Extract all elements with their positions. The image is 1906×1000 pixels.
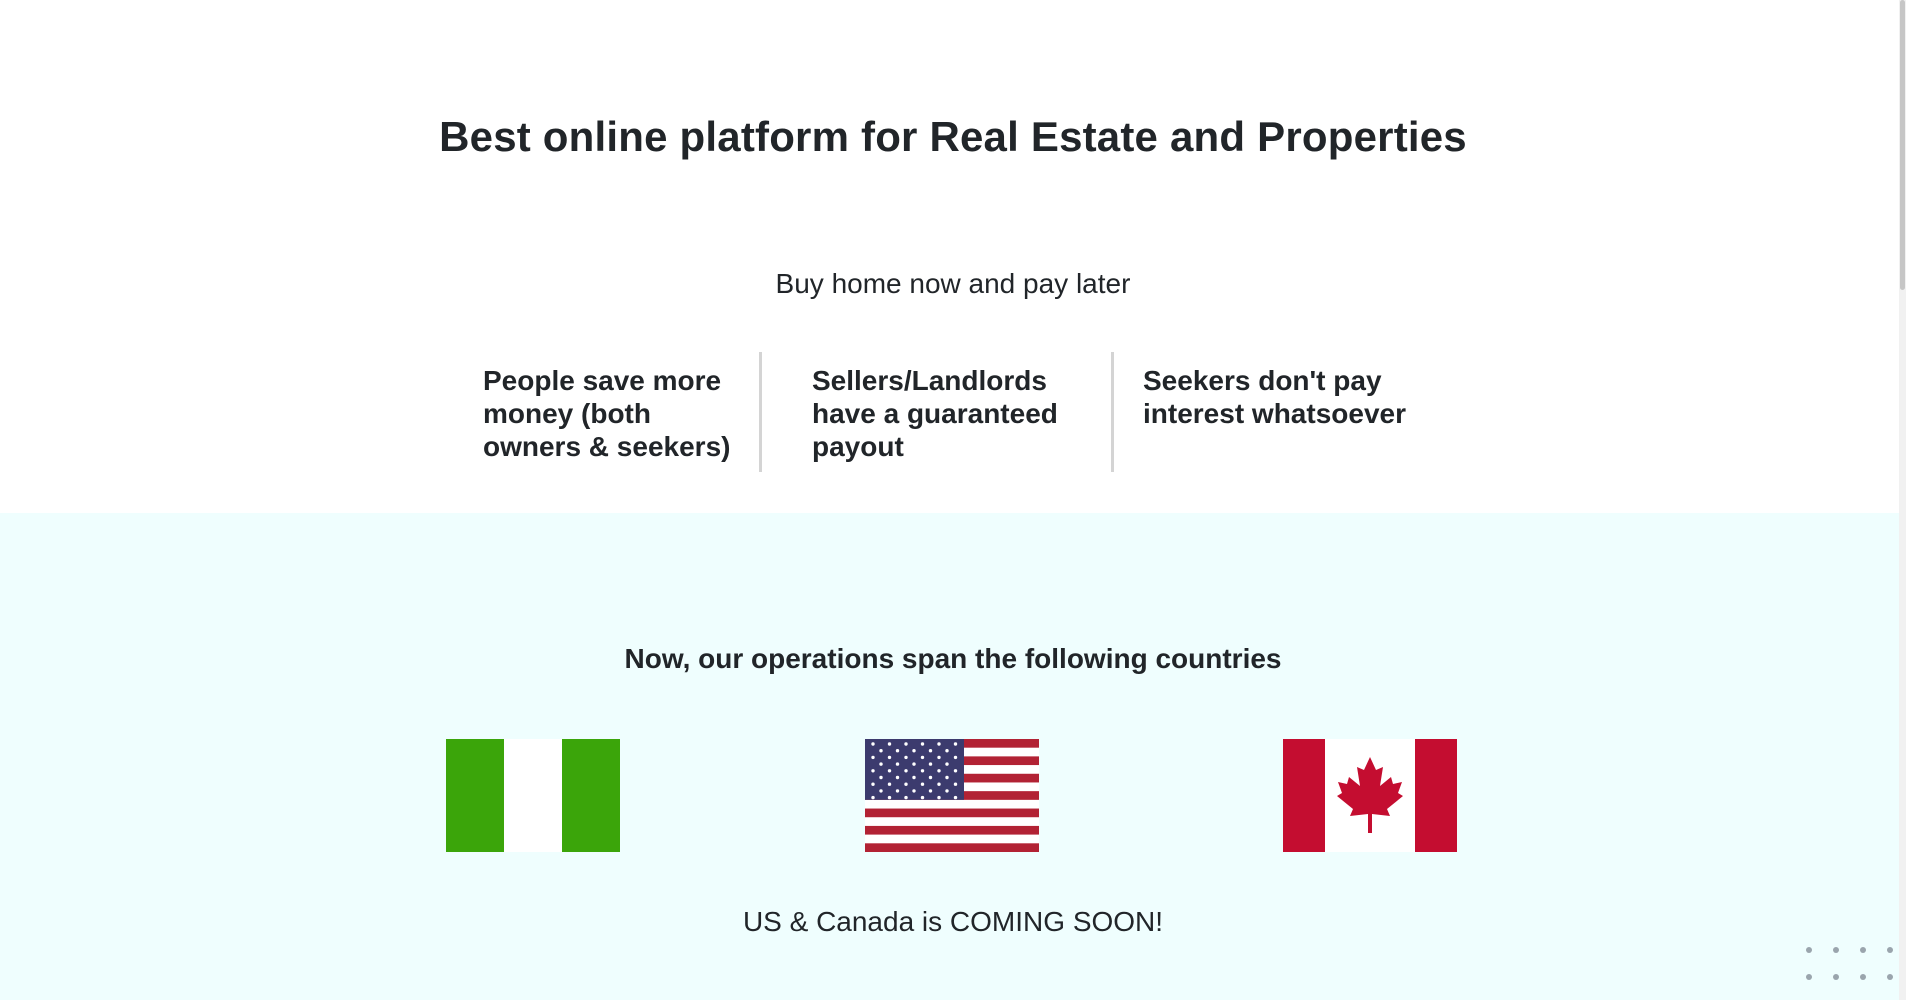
decorative-dots — [1806, 947, 1896, 987]
dot — [1833, 974, 1839, 980]
feature-people-save: People save more money (both owners & se… — [483, 365, 731, 462]
canada-flag-graphic — [1283, 739, 1457, 852]
canada-flag-icon — [1283, 739, 1457, 852]
vertical-scrollbar[interactable] — [1899, 0, 1906, 1000]
countries-section: Now, our operations span the following c… — [0, 513, 1906, 1000]
hero-subtitle: Buy home now and pay later — [775, 268, 1131, 299]
page: Best online platform for Real Estate and… — [0, 0, 1906, 1000]
hero-section: Best online platform for Real Estate and… — [0, 0, 1906, 513]
usa-flag-icon — [865, 739, 1039, 852]
usa-flag-graphic — [865, 739, 1039, 852]
page-title: Best online platform for Real Estate and… — [439, 113, 1467, 160]
dot — [1833, 947, 1839, 953]
nigeria-flag-graphic — [446, 739, 620, 852]
feature-guaranteed-payout: Sellers/Landlords have a guaranteed payo… — [812, 365, 1058, 462]
dot — [1806, 974, 1812, 980]
feature-no-interest: Seekers don't pay interest whatsoever — [1143, 365, 1406, 429]
dot — [1860, 947, 1866, 953]
countries-title: Now, our operations span the following c… — [624, 643, 1282, 674]
dot — [1887, 947, 1893, 953]
feature-divider — [1111, 352, 1114, 472]
dot — [1887, 974, 1893, 980]
dot — [1806, 947, 1812, 953]
dot — [1860, 974, 1866, 980]
features-row: People save more money (both owners & se… — [0, 352, 1906, 472]
feature-divider — [759, 352, 762, 472]
scrollbar-thumb[interactable] — [1900, 0, 1905, 290]
coming-soon-note: US & Canada is COMING SOON! — [742, 906, 1164, 937]
nigeria-flag-icon — [446, 739, 620, 852]
